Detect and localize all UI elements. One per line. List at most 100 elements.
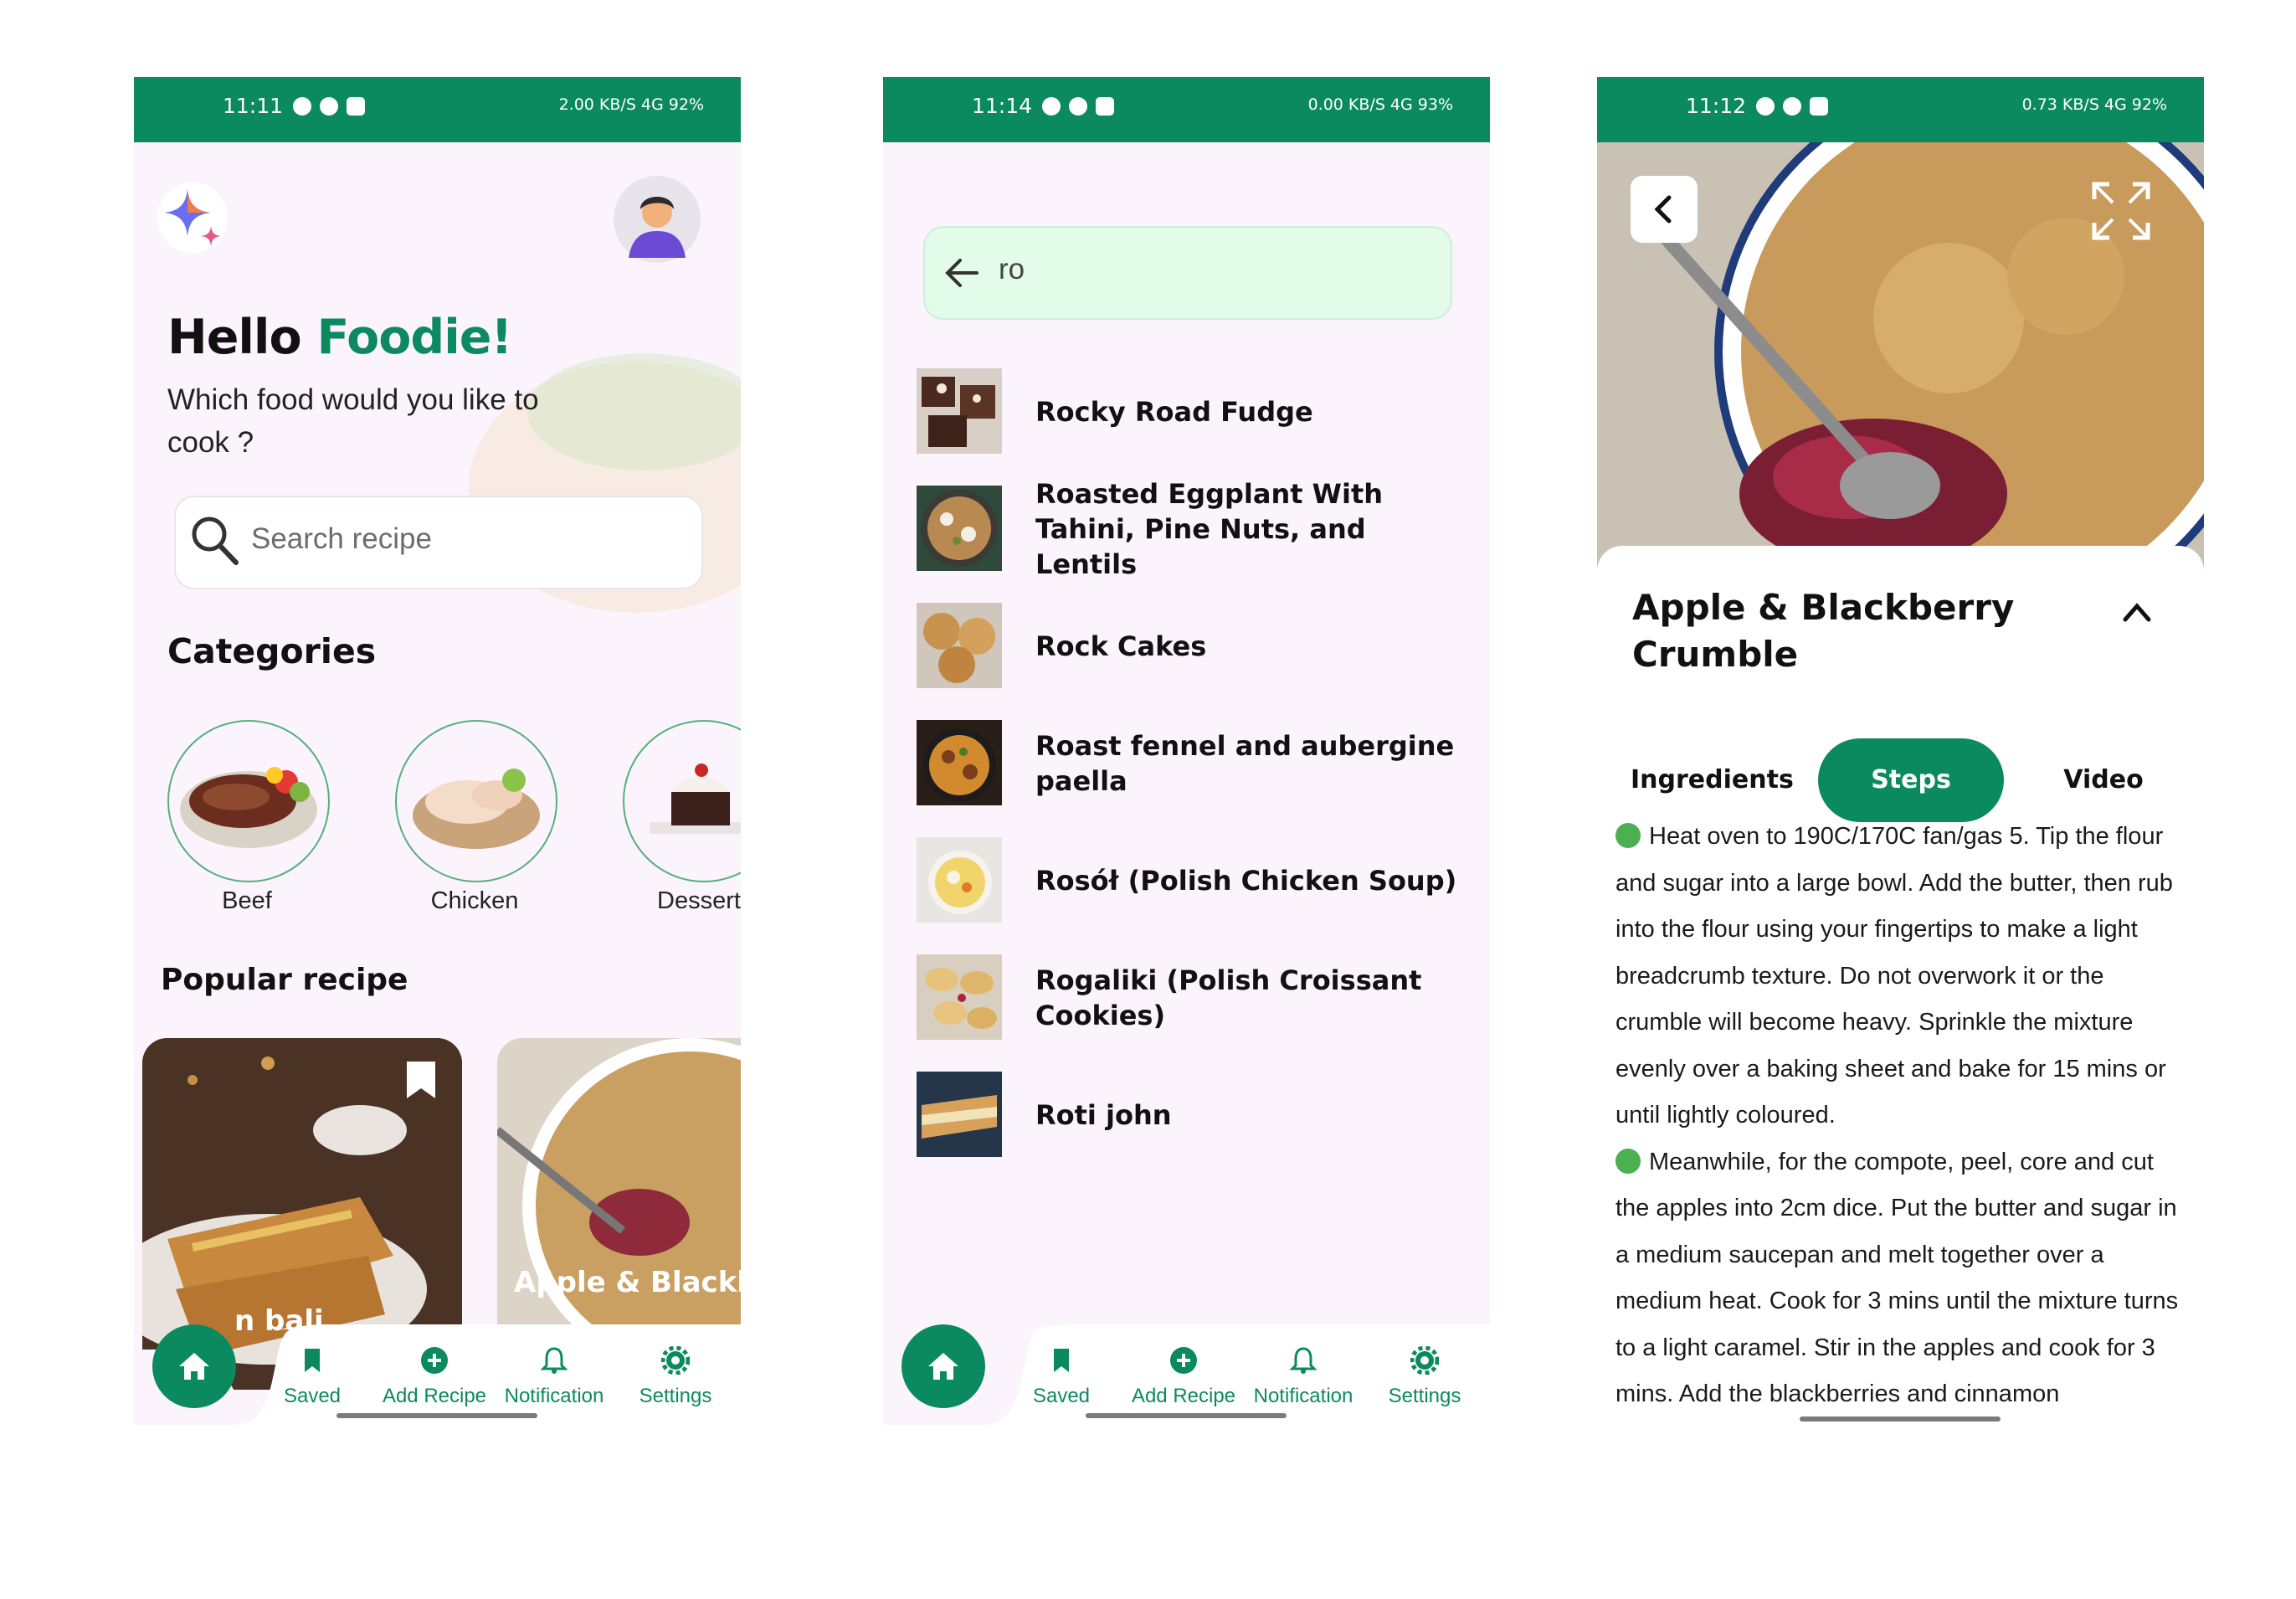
- status-bar: 11:14 0.00 KB/S 4G 93%: [883, 77, 1490, 142]
- greeting-hello: Hello: [167, 310, 302, 365]
- app-logo-icon[interactable]: [157, 183, 228, 253]
- category-dessert[interactable]: [623, 720, 741, 882]
- app-notification-icon: [1783, 97, 1801, 116]
- bell-icon[interactable]: [1289, 1346, 1318, 1375]
- home-button[interactable]: [901, 1324, 985, 1408]
- whatsapp-icon: [293, 97, 311, 116]
- result-item[interactable]: Rocky Road Fudge: [917, 368, 1469, 455]
- status-bar: 11:12 0.73 KB/S 4G 92%: [1597, 77, 2204, 142]
- gear-icon[interactable]: [661, 1346, 690, 1375]
- whatsapp-icon: [1756, 97, 1775, 116]
- steps-list: Heat oven to 190C/170C fan/gas 5. Tip th…: [1615, 814, 2193, 1418]
- tab-ingredients[interactable]: Ingredients: [1631, 738, 1794, 822]
- back-button[interactable]: [1631, 176, 1698, 243]
- dessert-image: [650, 764, 741, 834]
- search-screen: 11:14 0.00 KB/S 4G 93% ro Rocky Road Fud…: [883, 77, 1490, 1425]
- add-icon[interactable]: [1169, 1346, 1198, 1375]
- result-item[interactable]: Rosół (Polish Chicken Soup): [917, 837, 1469, 924]
- avatar[interactable]: [614, 176, 701, 263]
- result-title: Roasted Eggplant With Tahini, Pine Nuts,…: [1035, 478, 1384, 580]
- result-title: Rogaliki (Polish Croissant Cookies): [1035, 964, 1422, 1031]
- categories-title: Categories: [167, 631, 377, 671]
- bottom-nav: Saved Add Recipe Notification Settings: [883, 1324, 1490, 1425]
- step-text: Heat oven to 190C/170C fan/gas 5. Tip th…: [1615, 823, 2173, 1129]
- result-thumbnail: [917, 954, 1002, 1040]
- nav-notification[interactable]: Notification: [1240, 1385, 1366, 1408]
- tab-video[interactable]: Video: [2024, 738, 2183, 822]
- recipe-detail-screen: 11:12 0.73 KB/S 4G 92% Apple & Blackberr…: [1597, 77, 2204, 1425]
- step-text: Meanwhile, for the compote, peel, core a…: [1615, 1148, 2179, 1408]
- home-icon: [179, 1353, 209, 1380]
- gesture-bar: [1800, 1416, 2001, 1422]
- result-thumbnail: [917, 837, 1002, 923]
- home-icon: [928, 1353, 958, 1380]
- category-label-dessert: Dessert: [657, 887, 741, 914]
- search-field[interactable]: ro: [923, 226, 1452, 320]
- bell-icon[interactable]: [540, 1346, 568, 1375]
- bookmark-icon[interactable]: [405, 1060, 437, 1100]
- add-icon[interactable]: [420, 1346, 449, 1375]
- bottom-nav: Saved Add Recipe Notification Settings: [134, 1324, 741, 1425]
- result-thumbnail: [917, 603, 1002, 688]
- app-notification-icon: [1810, 97, 1828, 116]
- result-title: Roast fennel and aubergine paella: [1035, 730, 1455, 797]
- status-indicators: 0.00 KB/S 4G 93%: [1307, 95, 1453, 114]
- nav-add-recipe[interactable]: Add Recipe: [1121, 1385, 1246, 1408]
- back-arrow-icon[interactable]: [943, 255, 980, 291]
- nav-saved[interactable]: Saved: [249, 1385, 375, 1408]
- status-indicators: 0.73 KB/S 4G 92%: [2021, 95, 2167, 114]
- result-thumbnail: [917, 368, 1002, 454]
- result-item[interactable]: Rogaliki (Polish Croissant Cookies): [917, 954, 1469, 1041]
- gear-icon[interactable]: [1410, 1346, 1439, 1375]
- app-notification-icon: [320, 97, 338, 116]
- tab-steps[interactable]: Steps: [1818, 738, 2004, 822]
- category-label-chicken: Chicken: [430, 887, 519, 914]
- result-title: Roti john: [1035, 1099, 1172, 1131]
- nav-add-recipe[interactable]: Add Recipe: [372, 1385, 497, 1408]
- step-item: Heat oven to 190C/170C fan/gas 5. Tip th…: [1615, 814, 2193, 1139]
- saved-icon[interactable]: [1047, 1346, 1076, 1375]
- result-item[interactable]: Roti john: [917, 1072, 1469, 1159]
- home-screen: 11:11 2.00 KB/S 4G 92% Hello Foodie! Whi…: [134, 77, 741, 1425]
- nav-settings[interactable]: Settings: [1362, 1385, 1487, 1408]
- search-placeholder[interactable]: Search recipe: [251, 522, 432, 556]
- result-item[interactable]: Rock Cakes: [917, 603, 1469, 690]
- home-button[interactable]: [152, 1324, 236, 1408]
- status-indicators: 2.00 KB/S 4G 92%: [558, 95, 704, 114]
- result-thumbnail: [917, 1072, 1002, 1157]
- status-time: 11:12: [1686, 94, 1747, 118]
- search-box[interactable]: Search recipe: [174, 496, 703, 589]
- popular-card-title: Apple & Blackb: [514, 1266, 741, 1299]
- gesture-bar: [1086, 1413, 1287, 1418]
- result-title: Rocky Road Fudge: [1035, 396, 1313, 428]
- category-label-beef: Beef: [222, 887, 272, 914]
- fullscreen-icon[interactable]: [2091, 181, 2151, 241]
- chevron-left-icon: [1654, 195, 1672, 224]
- step-bullet-icon: [1615, 823, 1641, 848]
- category-beef[interactable]: [167, 720, 330, 882]
- result-title: Rosół (Polish Chicken Soup): [1035, 865, 1457, 897]
- beef-image: [180, 767, 317, 848]
- nav-notification[interactable]: Notification: [491, 1385, 617, 1408]
- result-item[interactable]: Roasted Eggplant With Tahini, Pine Nuts,…: [917, 478, 1469, 580]
- saved-icon[interactable]: [298, 1346, 326, 1375]
- category-chicken[interactable]: [395, 720, 557, 882]
- greeting: Hello Foodie!: [167, 310, 512, 365]
- recipe-title: Apple & Blackberry Crumble: [1632, 587, 2015, 675]
- home-subtitle: Which food would you like to cook ?: [167, 383, 539, 459]
- whatsapp-icon: [1042, 97, 1061, 116]
- app-notification-icon: [347, 97, 365, 116]
- nav-saved[interactable]: Saved: [999, 1385, 1124, 1408]
- step-bullet-icon: [1615, 1148, 1641, 1174]
- result-title: Rock Cakes: [1035, 630, 1207, 662]
- app-notification-icon: [1096, 97, 1114, 116]
- gesture-bar: [336, 1413, 537, 1418]
- status-time: 11:14: [972, 94, 1033, 118]
- result-thumbnail: [917, 720, 1002, 805]
- search-query[interactable]: ro: [999, 253, 1025, 286]
- nav-settings[interactable]: Settings: [613, 1385, 738, 1408]
- status-time: 11:11: [223, 94, 284, 118]
- result-item[interactable]: Roast fennel and aubergine paella: [917, 720, 1469, 807]
- chevron-up-icon[interactable]: [2120, 599, 2154, 625]
- greeting-name: Foodie!: [316, 310, 512, 365]
